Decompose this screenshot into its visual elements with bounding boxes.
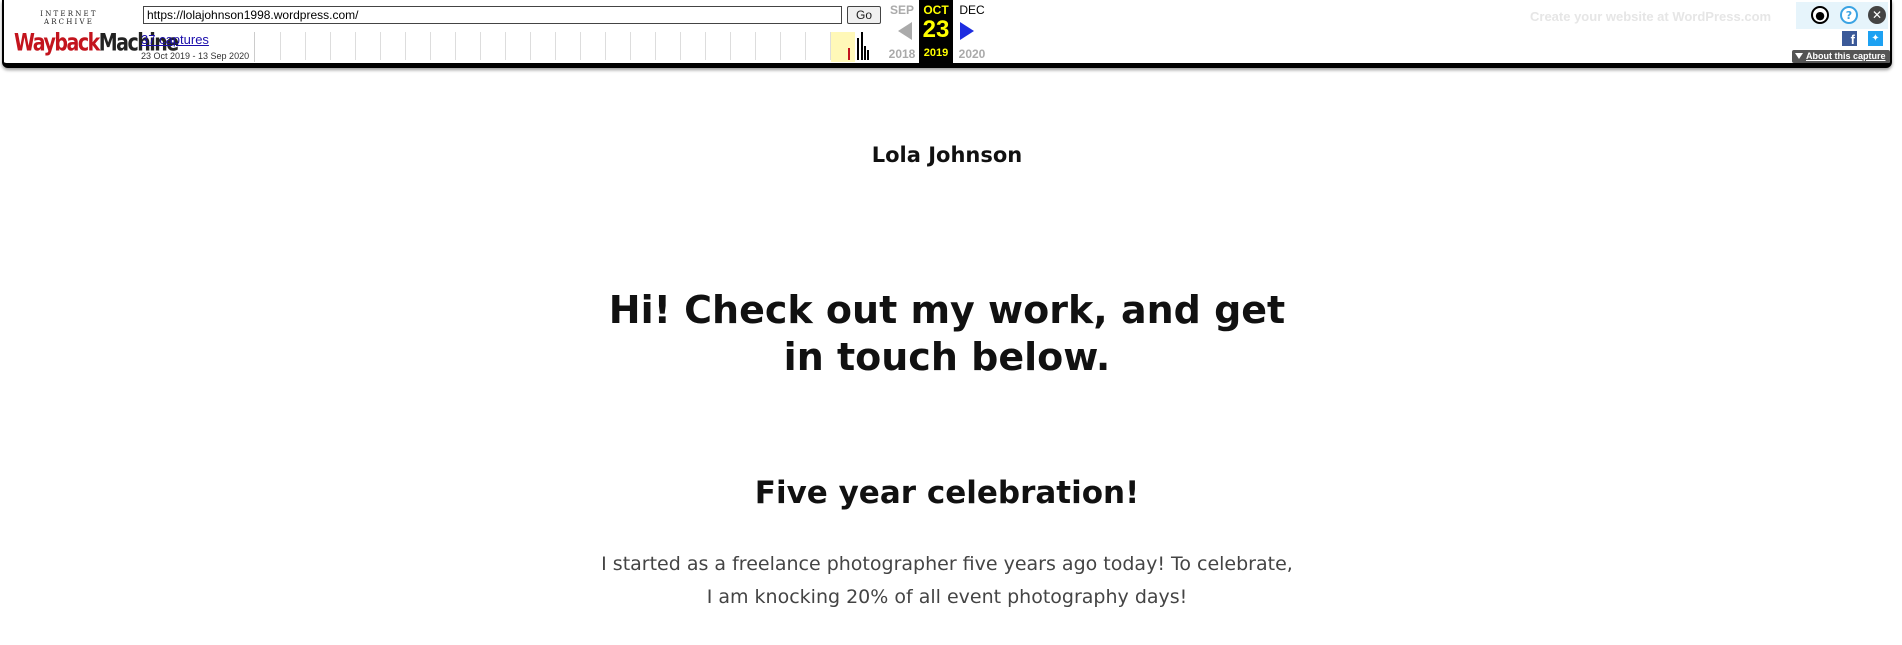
close-icon[interactable]: ✕ <box>1868 6 1886 24</box>
go-button[interactable]: Go <box>847 6 881 24</box>
capture-sparkline[interactable] <box>254 32 878 62</box>
twitter-icon[interactable]: ✦ <box>1868 31 1883 46</box>
sparkline-capture-bar[interactable] <box>864 46 866 60</box>
sparkline-month-divider <box>330 32 331 60</box>
sparkline-month-divider <box>580 32 581 60</box>
sparkline-month-divider <box>280 32 281 60</box>
wordpress-promo[interactable]: Create your website at WordPress.com <box>1530 9 1771 24</box>
logo-wordmark: WaybackMachine <box>14 29 179 57</box>
site-title[interactable]: Lola Johnson <box>0 143 1894 167</box>
sparkline-month-divider <box>305 32 306 60</box>
current-capture-date: OCT 23 2019 <box>919 0 953 63</box>
next-capture-arrow-icon[interactable] <box>960 22 974 40</box>
sparkline-month-divider <box>480 32 481 60</box>
sparkline-month-divider <box>455 32 456 60</box>
sparkline-month-divider <box>605 32 606 60</box>
sparkline-month-divider <box>555 32 556 60</box>
sparkline-capture-bar[interactable] <box>861 32 863 60</box>
captures-link[interactable]: 37 captures <box>141 32 209 47</box>
sparkline-current-year <box>831 32 855 62</box>
sparkline-month-divider <box>705 32 706 60</box>
section-text: I started as a freelance photographer fi… <box>601 553 1293 608</box>
user-icon[interactable]: ● <box>1811 6 1829 24</box>
sparkline-month-divider <box>655 32 656 60</box>
next-month-label[interactable]: DEC <box>954 3 990 17</box>
sparkline-capture-bar[interactable] <box>867 50 869 60</box>
prev-year-label[interactable]: 2018 <box>884 47 920 61</box>
section-heading: Five year celebration! <box>754 475 1140 511</box>
sparkline-month-divider <box>805 32 806 60</box>
sparkline-month-divider <box>730 32 731 60</box>
sparkline-month-divider <box>830 32 831 60</box>
current-year: 2019 <box>923 47 949 59</box>
current-month: OCT <box>923 3 949 17</box>
about-capture-button[interactable]: About this capture <box>1792 50 1890 63</box>
next-year-label[interactable]: 2020 <box>954 47 990 61</box>
sparkline-capture-bar[interactable] <box>848 48 850 60</box>
prev-month-label[interactable]: SEP <box>884 3 920 17</box>
sparkline-month-divider <box>405 32 406 60</box>
chevron-down-icon <box>1795 53 1803 59</box>
sparkline-month-divider <box>530 32 531 60</box>
sparkline-month-divider <box>380 32 381 60</box>
sparkline-month-divider <box>355 32 356 60</box>
about-capture-label: About this capture <box>1806 51 1886 61</box>
help-icon[interactable]: ? <box>1840 6 1858 24</box>
sparkline-month-divider <box>630 32 631 60</box>
prev-capture-arrow-icon[interactable] <box>898 22 912 40</box>
url-input[interactable]: https://lolajohnson1998.wordpress.com/ <box>143 6 842 24</box>
logo-way: Wayback <box>14 29 100 57</box>
sparkline-month-divider <box>755 32 756 60</box>
sparkline-month-divider <box>680 32 681 60</box>
logo-top-text: INTERNET ARCHIVE <box>40 10 98 26</box>
sparkline-month-divider <box>430 32 431 60</box>
wayback-toolbar: INTERNET ARCHIVE WaybackMachine https://… <box>2 0 1892 68</box>
capture-date-range: 23 Oct 2019 - 13 Sep 2020 <box>141 51 250 61</box>
wayback-logo[interactable]: INTERNET ARCHIVE WaybackMachine <box>14 10 179 57</box>
sparkline-month-divider <box>505 32 506 60</box>
facebook-icon[interactable]: f <box>1842 31 1857 46</box>
sparkline-month-divider <box>780 32 781 60</box>
current-day: 23 <box>922 16 950 43</box>
hero-heading: Hi! Check out my work, and get in touch … <box>608 288 1286 379</box>
sparkline-capture-bar[interactable] <box>857 38 859 60</box>
